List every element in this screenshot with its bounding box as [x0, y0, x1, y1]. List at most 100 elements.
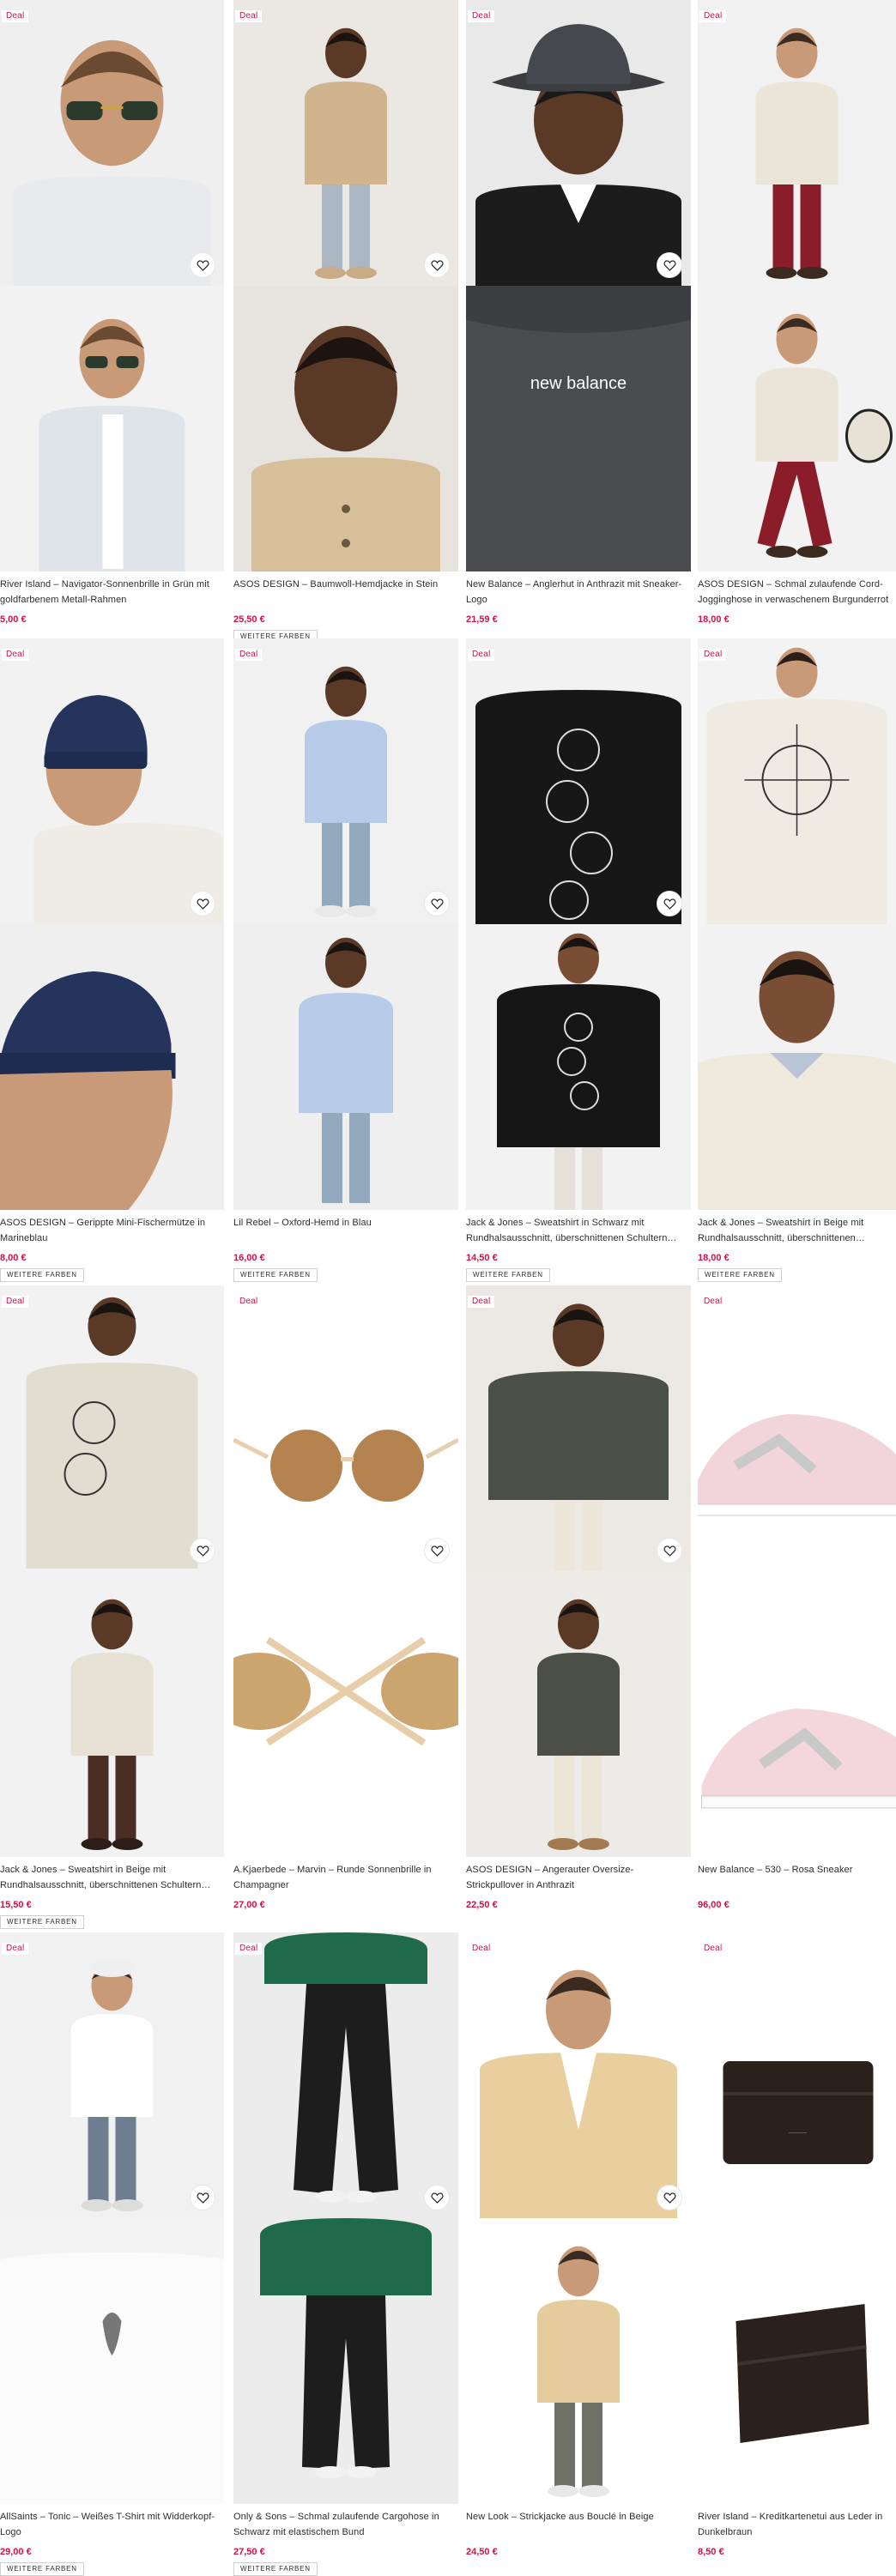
- product-name[interactable]: A.Kjaerbede – Marvin – Runde Sonnenbrill…: [233, 1862, 457, 1893]
- save-for-later-button[interactable]: [657, 1538, 682, 1563]
- deal-badge: Deal: [699, 1943, 727, 1955]
- product-image[interactable]: [0, 1571, 224, 1857]
- product-card[interactable]: new balance Deal New Balance – Anglerhut i…: [466, 0, 691, 635]
- product-card[interactable]: Deal River Island – Navigator-Sonnenbrill…: [0, 0, 224, 635]
- save-for-later-button[interactable]: [424, 252, 450, 278]
- product-name[interactable]: River Island – Kreditkartenetui aus Lede…: [698, 2509, 894, 2540]
- product-price: 29,00 €: [0, 2547, 32, 2557]
- product-price: 18,00 €: [698, 1253, 730, 1263]
- product-name[interactable]: ASOS DESIGN – Baumwoll-Hemdjacke in Stei…: [233, 577, 457, 592]
- product-name[interactable]: ASOS DESIGN – Schmal zulaufende Cord-Jog…: [698, 577, 894, 608]
- product-card[interactable]: Deal New Look – Strickjacke aus Bouclé in…: [466, 1932, 691, 2567]
- product-card[interactable]: Deal New Balance – 530 – Rosa Sneaker 96,0…: [698, 1285, 896, 1920]
- product-card[interactable]: Deal ASOS DESIGN – Angerauter Oversize-St…: [466, 1285, 691, 1920]
- product-image[interactable]: ———: [698, 1932, 896, 2218]
- product-image[interactable]: [0, 638, 224, 924]
- product-name[interactable]: Only & Sons – Schmal zulaufende Cargohos…: [233, 2509, 457, 2540]
- product-name[interactable]: Jack & Jones – Sweatshirt in Schwarz mit…: [466, 1215, 689, 1246]
- product-card[interactable]: ——— Deal River Island – Kreditkartenetui a…: [698, 1932, 896, 2567]
- product-name[interactable]: ASOS DESIGN – Angerauter Oversize-Strick…: [466, 1862, 689, 1893]
- deal-badge: Deal: [2, 649, 29, 661]
- product-image[interactable]: [698, 924, 896, 1210]
- product-card[interactable]: Deal Jack & Jones – Sweatshirt in Schwarz…: [466, 638, 691, 1282]
- product-image[interactable]: [0, 0, 224, 286]
- product-name[interactable]: New Look – Strickjacke aus Bouclé in Bei…: [466, 2509, 689, 2525]
- product-image[interactable]: [466, 638, 691, 924]
- product-price: 8,00 €: [0, 1253, 27, 1263]
- product-name[interactable]: River Island – Navigator-Sonnenbrille in…: [0, 577, 222, 608]
- product-card[interactable]: Deal Jack & Jones – Sweatshirt in Beige m…: [0, 1285, 224, 1929]
- more-colors-badge[interactable]: WEITERE FARBEN: [0, 1915, 84, 1929]
- product-name[interactable]: ASOS DESIGN – Gerippte Mini-Fischermütze…: [0, 1215, 222, 1246]
- product-image[interactable]: [466, 1285, 691, 1571]
- deal-badge: Deal: [2, 1296, 29, 1308]
- heart-icon: [430, 260, 444, 271]
- product-image[interactable]: [466, 1932, 691, 2218]
- product-image[interactable]: [698, 0, 896, 286]
- product-card[interactable]: Deal ASOS DESIGN – Baumwoll-Hemdjacke in …: [233, 0, 458, 644]
- product-name[interactable]: Jack & Jones – Sweatshirt in Beige mit R…: [0, 1862, 222, 1893]
- product-image[interactable]: [233, 638, 458, 924]
- product-card[interactable]: Deal AllSaints – Tonic – Weißes T-Shirt m…: [0, 1932, 224, 2576]
- save-for-later-button[interactable]: [190, 891, 215, 916]
- deal-badge: Deal: [235, 1943, 263, 1955]
- product-price: 5,00 €: [0, 614, 27, 625]
- product-name[interactable]: New Balance – 530 – Rosa Sneaker: [698, 1862, 894, 1878]
- save-for-later-button[interactable]: [657, 2185, 682, 2210]
- product-image[interactable]: [233, 286, 458, 571]
- product-image[interactable]: [466, 2218, 691, 2504]
- more-colors-badge[interactable]: WEITERE FARBEN: [0, 1268, 84, 1282]
- product-image[interactable]: [698, 2218, 896, 2504]
- product-image[interactable]: new balance: [466, 286, 691, 571]
- product-image[interactable]: [466, 924, 691, 1210]
- product-image[interactable]: [0, 286, 224, 571]
- product-price: 15,50 €: [0, 1900, 32, 1910]
- save-for-later-button[interactable]: [190, 2185, 215, 2210]
- product-image[interactable]: [233, 2218, 458, 2504]
- product-image[interactable]: [233, 924, 458, 1210]
- product-card[interactable]: Deal A.Kjaerbede – Marvin – Runde Sonnenb…: [233, 1285, 458, 1920]
- more-colors-badge[interactable]: WEITERE FARBEN: [466, 1268, 550, 1282]
- product-price: 96,00 €: [698, 1900, 730, 1910]
- deal-badge: Deal: [468, 1296, 495, 1308]
- more-colors-badge[interactable]: WEITERE FARBEN: [233, 1268, 318, 1282]
- save-for-later-button[interactable]: [657, 252, 682, 278]
- product-image[interactable]: [233, 1285, 458, 1571]
- deal-badge: Deal: [699, 10, 727, 22]
- product-name[interactable]: Jack & Jones – Sweatshirt in Beige mit R…: [698, 1215, 894, 1246]
- product-image[interactable]: [233, 1932, 458, 2218]
- product-image[interactable]: [233, 1571, 458, 1857]
- heart-icon: [663, 898, 676, 910]
- product-name[interactable]: Lil Rebel – Oxford-Hemd in Blau: [233, 1215, 457, 1231]
- product-image[interactable]: [698, 638, 896, 924]
- save-for-later-button[interactable]: [424, 1538, 450, 1563]
- product-name[interactable]: AllSaints – Tonic – Weißes T-Shirt mit W…: [0, 2509, 222, 2540]
- product-card[interactable]: Deal Jack & Jones – Sweatshirt in Beige m…: [698, 638, 896, 1282]
- product-card[interactable]: Deal ASOS DESIGN – Schmal zulaufende Cord…: [698, 0, 896, 635]
- product-image[interactable]: [233, 0, 458, 286]
- product-image[interactable]: [0, 2218, 224, 2504]
- product-card[interactable]: Deal ASOS DESIGN – Gerippte Mini-Fischerm…: [0, 638, 224, 1282]
- product-card[interactable]: Deal Only & Sons – Schmal zulaufende Carg…: [233, 1932, 458, 2576]
- save-for-later-button[interactable]: [190, 1538, 215, 1563]
- product-price: 21,59 €: [466, 614, 498, 625]
- product-image[interactable]: [466, 1571, 691, 1857]
- product-name[interactable]: New Balance – Anglerhut in Anthrazit mit…: [466, 577, 689, 608]
- product-card[interactable]: Deal Lil Rebel – Oxford-Hemd in Blau 16,00…: [233, 638, 458, 1282]
- save-for-later-button[interactable]: [424, 891, 450, 916]
- heart-icon: [196, 2192, 209, 2204]
- product-image[interactable]: [0, 1285, 224, 1571]
- product-image[interactable]: [698, 1285, 896, 1571]
- product-image[interactable]: [698, 286, 896, 571]
- product-price: 25,50 €: [233, 614, 265, 625]
- more-colors-badge[interactable]: WEITERE FARBEN: [698, 1268, 782, 1282]
- deal-badge: Deal: [235, 649, 263, 661]
- save-for-later-button[interactable]: [657, 891, 682, 916]
- product-price: 22,50 €: [466, 1900, 498, 1910]
- product-image[interactable]: [0, 1932, 224, 2218]
- save-for-later-button[interactable]: [424, 2185, 450, 2210]
- save-for-later-button[interactable]: [190, 252, 215, 278]
- product-image[interactable]: [0, 924, 224, 1210]
- product-image[interactable]: [698, 1571, 896, 1857]
- product-image[interactable]: [466, 0, 691, 286]
